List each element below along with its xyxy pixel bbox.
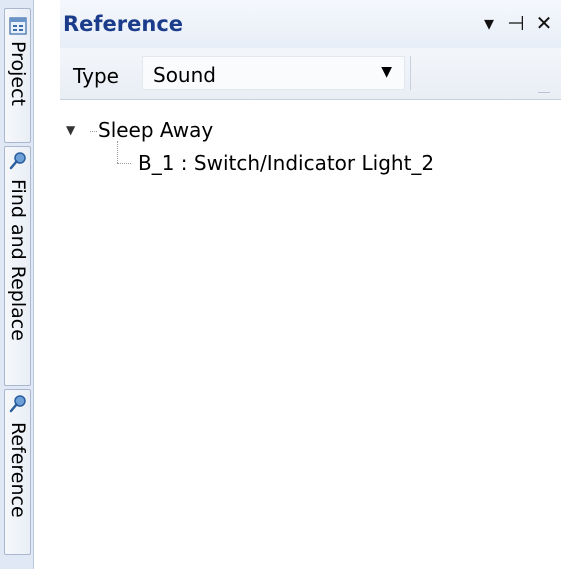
tree-node-root[interactable]: Sleep Away [98, 118, 213, 142]
tab-project[interactable]: Project [4, 8, 31, 143]
panel-titlebar: Reference ▾ ⊣ ✕ [60, 0, 561, 48]
side-tab-strip: Project Find and Replace Reference [0, 0, 34, 569]
tab-reference[interactable]: Reference [4, 389, 31, 555]
tab-find-and-replace[interactable]: Find and Replace [4, 146, 31, 386]
search-icon [9, 395, 26, 413]
tree-connector [90, 131, 97, 132]
search-icon [9, 152, 26, 170]
panel-title: Reference [63, 12, 184, 36]
tree-connector [117, 163, 131, 164]
close-icon[interactable]: ✕ [532, 11, 556, 35]
project-icon [9, 17, 27, 35]
tree-connector [117, 141, 118, 163]
chevron-down-icon: ▼ [381, 64, 392, 80]
tab-project-label: Project [6, 41, 29, 107]
reference-tree: ▼ Sleep Away B_1 : Switch/Indicator Ligh… [60, 101, 561, 569]
panel-menu-dropdown-icon[interactable]: ▾ [478, 11, 500, 35]
collapse-icon[interactable]: ▼ [66, 123, 80, 137]
tab-find-and-replace-label: Find and Replace [6, 179, 29, 341]
toolbar-separator [410, 56, 411, 90]
panel-toolbar: Type Sound ▼ [60, 48, 561, 100]
tree-node-child[interactable]: B_1 : Switch/Indicator Light_2 [138, 151, 434, 175]
type-label: Type [73, 64, 119, 88]
tab-reference-label: Reference [6, 422, 29, 518]
toolbar-overflow-grip[interactable] [538, 92, 550, 96]
type-select-value: Sound [153, 63, 216, 87]
pin-icon[interactable]: ⊣ [505, 11, 527, 35]
type-select[interactable]: Sound ▼ [142, 56, 405, 90]
reference-panel: Reference ▾ ⊣ ✕ Type Sound ▼ ▼ Sleep Awa… [60, 0, 561, 569]
